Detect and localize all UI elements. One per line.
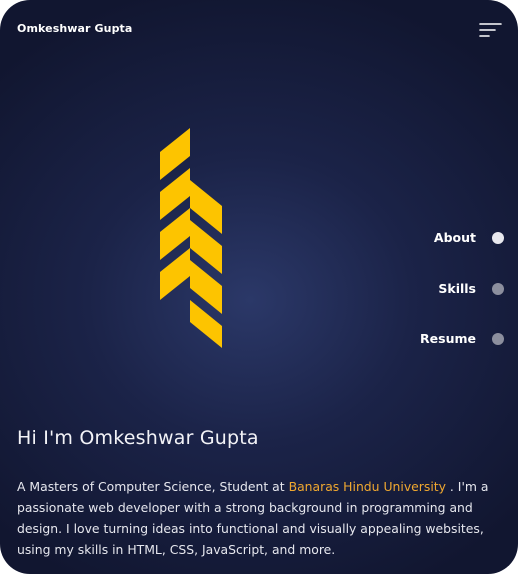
nav-dot-skills	[492, 282, 504, 295]
hero-text-intro: A Masters of Computer Science, Student a…	[17, 479, 289, 494]
university-link[interactable]: Banaras Hindu University	[289, 479, 446, 494]
nav-label-skills: Skills	[438, 281, 476, 296]
hero-title: Hi I'm Omkeshwar Gupta	[17, 427, 259, 449]
nav-dot-about-active	[492, 231, 504, 244]
page-frame: Omkeshwar Gupta About Skills Resume Hi I…	[0, 0, 518, 574]
hero-description: A Masters of Computer Science, Student a…	[17, 476, 497, 560]
nav-item-skills[interactable]: Skills	[438, 281, 504, 296]
nav-dot-resume	[492, 332, 504, 345]
chevron-stripes-logo	[154, 123, 230, 355]
nav-item-resume[interactable]: Resume	[420, 331, 504, 346]
hamburger-menu-icon[interactable]	[476, 20, 504, 42]
nav-label-resume: Resume	[420, 331, 476, 346]
nav-label-about: About	[433, 230, 476, 245]
brand-name[interactable]: Omkeshwar Gupta	[17, 22, 132, 35]
nav-item-about[interactable]: About	[434, 230, 504, 245]
